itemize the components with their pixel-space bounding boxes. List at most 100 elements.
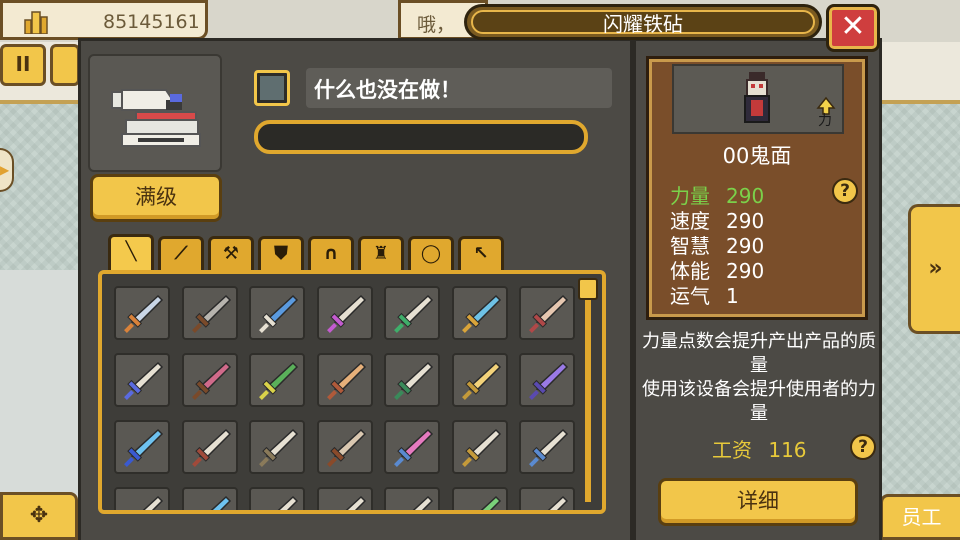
item-slot[interactable] (384, 420, 440, 474)
tab-axe[interactable]: ⚒ (208, 236, 254, 272)
worker-avatar-icon (744, 72, 770, 123)
close-button[interactable]: ✕ (826, 4, 880, 52)
sword-icon (529, 428, 569, 467)
sword-icon (461, 361, 501, 400)
side-menu-button[interactable] (50, 44, 80, 86)
move-button[interactable]: ✥ (0, 492, 78, 540)
sword-icon (345, 495, 366, 510)
item-grid-panel (98, 270, 606, 514)
wage-value: 116 (768, 438, 807, 462)
item-slot[interactable] (249, 420, 305, 474)
wage-help-icon[interactable]: ? (850, 434, 876, 460)
item-slot[interactable] (384, 353, 440, 407)
max-level-label: 满级 (135, 185, 177, 209)
sword-icon (124, 361, 164, 400)
description-line: 使用该设备会提升使用者的力量 (642, 379, 876, 424)
item-slot[interactable] (316, 420, 373, 474)
item-slot[interactable] (114, 286, 170, 340)
sword-icon (259, 294, 299, 333)
sword-icon (191, 294, 231, 333)
sword-icon (142, 495, 164, 510)
item-slot[interactable] (451, 353, 508, 407)
item-slot[interactable] (181, 487, 238, 510)
sword-icon (191, 361, 231, 400)
sword-icon (529, 361, 569, 400)
anvil-icon (111, 89, 201, 147)
building-icon (24, 11, 48, 34)
next-page-button[interactable]: » (908, 204, 960, 334)
spear-icon: ⟋ (174, 243, 188, 264)
scroll-thumb[interactable] (578, 278, 598, 300)
item-slot[interactable] (451, 420, 508, 474)
equipment-preview (88, 54, 222, 172)
double-chevron-right-icon: » (928, 256, 943, 281)
sword-icon (412, 495, 434, 510)
max-level-button[interactable]: 满级 (90, 174, 222, 222)
item-slot[interactable] (519, 353, 575, 407)
item-slot[interactable] (181, 353, 238, 407)
tool-icon: ↖ (473, 243, 489, 264)
stats-help-icon[interactable]: ? (832, 178, 858, 204)
sword-icon (259, 428, 299, 467)
item-slot[interactable] (519, 420, 575, 474)
status-text-box: 什么也没在做！ (306, 68, 612, 108)
sword-icon (326, 428, 366, 467)
item-slot[interactable] (316, 353, 373, 407)
item-slot[interactable] (451, 487, 508, 510)
item-slot[interactable] (384, 286, 440, 340)
item-slot[interactable] (114, 353, 170, 407)
chevron-right-icon: ▶ (0, 163, 10, 177)
detail-button-label: 详细 (737, 489, 779, 513)
tab-ring[interactable]: ◯ (408, 236, 454, 272)
item-slot[interactable] (316, 286, 373, 340)
detail-button[interactable]: 详细 (658, 478, 858, 526)
tab-spear[interactable]: ⟋ (158, 236, 204, 272)
stat-luck: 运气 1 (670, 280, 739, 309)
tab-armor[interactable]: ♜ (358, 236, 404, 272)
stat-badge: 力 (818, 113, 832, 129)
sword-icon (124, 428, 164, 467)
sword-icon (191, 428, 231, 467)
tab-shield[interactable]: ⛊ (258, 236, 304, 272)
sword-icon (461, 428, 501, 467)
status-checkbox[interactable] (254, 70, 290, 106)
item-slot[interactable] (249, 487, 305, 510)
item-slot[interactable] (181, 286, 238, 340)
message-text: 哦， (417, 14, 456, 36)
sword-icon (480, 495, 501, 510)
compass-icon: ✥ (29, 503, 49, 528)
sword-icon (277, 495, 299, 510)
item-scrollbar[interactable] (578, 278, 598, 508)
item-slot[interactable] (249, 286, 305, 340)
status-text: 什么也没在做！ (314, 78, 461, 102)
helmet-icon: ∩ (323, 243, 339, 264)
item-slot[interactable] (114, 487, 170, 510)
item-slot[interactable] (519, 286, 575, 340)
description-line: 力量点数会提升产出产品的质量 (642, 331, 876, 376)
sword-icon (326, 294, 366, 333)
worker-portrait[interactable]: 力 (672, 64, 844, 134)
staff-button[interactable]: 员工 (880, 494, 960, 540)
item-slot[interactable] (519, 487, 575, 510)
wage-display: 工资 116 (712, 434, 807, 463)
item-slot[interactable] (249, 353, 305, 407)
stat-description: 力量点数会提升产出产品的质量 使用该设备会提升使用者的力量 (640, 330, 878, 426)
sword-icon (259, 361, 299, 400)
item-slot[interactable] (384, 487, 440, 510)
dialog-title-plate: 闪耀铁砧 (464, 4, 822, 40)
tab-tool[interactable]: ↖ (458, 236, 504, 272)
sword-icon (394, 428, 434, 467)
item-slot[interactable] (451, 286, 508, 340)
money-value: 85145161 (103, 11, 200, 33)
sword-icon (326, 361, 366, 400)
tab-sword[interactable]: ╲ (108, 234, 154, 272)
tab-helmet[interactable]: ∩ (308, 236, 354, 272)
item-slot[interactable] (181, 420, 238, 474)
pause-button[interactable]: II (0, 44, 46, 86)
sword-icon: ╲ (125, 241, 137, 262)
item-slot[interactable] (114, 420, 170, 474)
close-icon: ✕ (840, 9, 866, 44)
armor-icon: ♜ (372, 243, 390, 264)
progress-bar (254, 120, 588, 154)
item-slot[interactable] (316, 487, 373, 510)
